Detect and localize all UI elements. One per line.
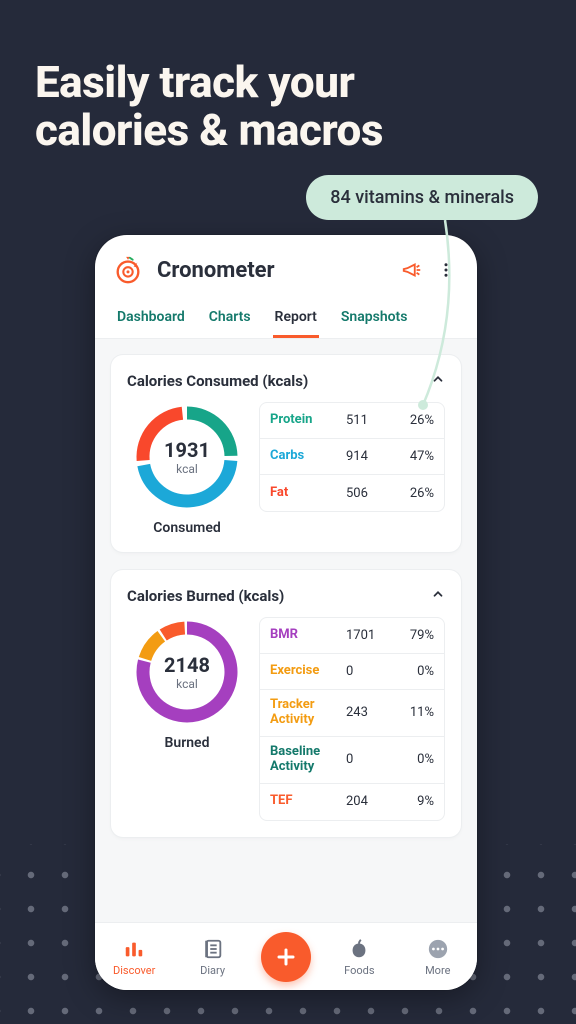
phone-frame: Cronometer Dashboard Charts Report Snaps… [95,235,477,990]
more-icon [426,937,450,961]
discover-icon [122,937,146,961]
row-value: 511 [346,413,388,428]
table-row: TEF 204 9% [260,784,444,820]
bottom-nav: Discover Diary Foods More [95,922,477,990]
burned-value: 2148 [164,653,210,677]
row-percent: 26% [394,413,434,428]
row-label: Protein [270,413,340,428]
nav-label: Discover [113,964,155,977]
burned-unit: kcal [176,677,198,691]
row-label: Carbs [270,449,340,464]
nav-label: Foods [344,964,374,977]
row-label: Fat [270,486,340,501]
row-value: 0 [346,664,388,679]
table-row: Tracker Activity 243 11% [260,690,444,737]
burned-label: Burned [165,735,210,751]
row-percent: 0% [394,664,434,679]
table-row: Baseline Activity 0 0% [260,737,444,784]
chevron-up-icon[interactable] [431,586,445,605]
nav-more[interactable]: More [408,937,468,977]
tab-report[interactable]: Report [273,301,319,338]
consumed-donut-chart: 1931 kcal [132,402,242,512]
nav-label: Diary [200,964,225,977]
tab-bar: Dashboard Charts Report Snapshots [95,295,477,339]
consumed-table: Protein 511 26% Carbs 914 47% Fat 506 26% [259,402,445,512]
table-row: BMR 1701 79% [260,618,444,654]
more-options-icon[interactable] [433,257,459,283]
app-header: Cronometer [95,235,477,295]
table-row: Carbs 914 47% [260,439,444,475]
row-value: 204 [346,794,388,809]
promo-headline: Easily track your calories & macros [0,0,576,155]
nav-diary[interactable]: Diary [183,937,243,977]
diary-icon [201,937,225,961]
vitamins-badge: 84 vitamins & minerals [306,175,538,220]
row-value: 1701 [346,628,388,643]
row-percent: 9% [394,794,434,809]
row-label: BMR [270,628,340,643]
table-row: Protein 511 26% [260,403,444,439]
nav-discover[interactable]: Discover [104,937,164,977]
row-label: Exercise [270,664,340,679]
row-percent: 79% [394,628,434,643]
row-percent: 26% [394,486,434,501]
calories-burned-card: Calories Burned (kcals) 2148 kcal Burned [111,570,461,837]
app-name: Cronometer [157,258,391,283]
table-row: Fat 506 26% [260,475,444,511]
nav-label: More [425,964,450,977]
consumed-unit: kcal [176,462,198,476]
consumed-label: Consumed [153,520,220,536]
row-label: TEF [270,794,340,809]
add-button[interactable] [261,932,311,982]
calories-consumed-card: Calories Consumed (kcals) 1931 kcal Cons… [111,355,461,552]
row-label: Baseline Activity [270,745,340,775]
burned-table: BMR 1701 79% Exercise 0 0% Tracker Activity 243… [259,617,445,821]
tab-snapshots[interactable]: Snapshots [339,301,410,338]
card-title: Calories Consumed (kcals) [127,372,308,390]
nav-foods[interactable]: Foods [329,937,389,977]
row-value: 914 [346,449,388,464]
announcements-icon[interactable] [401,259,423,281]
burned-donut-chart: 2148 kcal [132,617,242,727]
foods-icon [347,937,371,961]
consumed-value: 1931 [164,438,210,462]
row-value: 506 [346,486,388,501]
row-percent: 0% [394,752,434,767]
report-content: Calories Consumed (kcals) 1931 kcal Cons… [95,339,477,922]
row-value: 0 [346,752,388,767]
chevron-up-icon[interactable] [431,371,445,390]
row-value: 243 [346,705,388,720]
table-row: Exercise 0 0% [260,654,444,690]
card-title: Calories Burned (kcals) [127,587,284,605]
row-label: Tracker Activity [270,698,340,728]
cronometer-logo-icon [113,255,143,285]
tab-charts[interactable]: Charts [207,301,253,338]
tab-dashboard[interactable]: Dashboard [115,301,187,338]
row-percent: 47% [394,449,434,464]
row-percent: 11% [394,705,434,720]
